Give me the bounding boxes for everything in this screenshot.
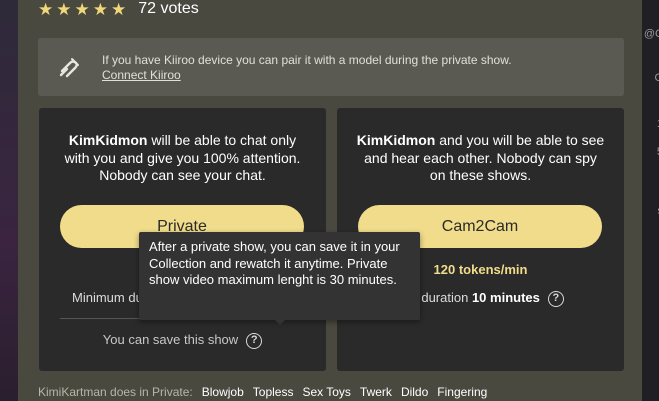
tag-link[interactable]: Fingering bbox=[437, 385, 487, 399]
tag-link[interactable]: Blowjob bbox=[202, 385, 244, 399]
background-chat-right: @C G 1 5 s bbox=[641, 0, 659, 401]
cam2cam-description: KimKidmon and you will be able to see an… bbox=[337, 132, 624, 185]
tag-link[interactable]: Sex Toys bbox=[302, 385, 350, 399]
votes-count: 72 votes bbox=[138, 0, 199, 17]
star-icon: ★ bbox=[56, 0, 72, 19]
rating: ★ ★ ★ ★ ★ 72 votes bbox=[38, 0, 199, 18]
min-value: 10 minutes bbox=[471, 290, 540, 305]
kiiroo-device-icon bbox=[59, 58, 79, 78]
tag-link[interactable]: Dildo bbox=[401, 385, 428, 399]
kiiroo-info: If you have Kiiroo device you can pair i… bbox=[102, 53, 512, 83]
model-name: KimKidmon bbox=[68, 132, 148, 148]
connect-kiiroo-link[interactable]: Connect Kiiroo bbox=[102, 68, 181, 82]
tag-link[interactable]: Twerk bbox=[360, 385, 392, 399]
tag-link[interactable]: Topless bbox=[253, 385, 294, 399]
background-stream-left bbox=[0, 0, 18, 401]
star-icon: ★ bbox=[38, 0, 54, 19]
help-icon[interactable]: ? bbox=[547, 290, 564, 307]
star-icon: ★ bbox=[74, 0, 90, 19]
private-description: KimKidmon will be able to chat only with… bbox=[39, 132, 326, 185]
kiiroo-banner: If you have Kiiroo device you can pair i… bbox=[38, 38, 624, 96]
star-icon: ★ bbox=[111, 0, 127, 19]
save-show-row: You can save this show? bbox=[39, 332, 326, 349]
private-show-modal: ★ ★ ★ ★ ★ 72 votes If you have Kiiroo de… bbox=[18, 0, 642, 401]
kiiroo-text: If you have Kiiroo device you can pair i… bbox=[102, 53, 512, 67]
side-glyph: G bbox=[654, 72, 659, 84]
private-tags: KimiKartman does in Private: Blowjob Top… bbox=[38, 385, 496, 399]
star-icon: ★ bbox=[92, 0, 108, 19]
side-glyph: @C bbox=[643, 28, 659, 40]
tags-label: KimiKartman does in Private: bbox=[38, 385, 193, 399]
model-name: KimKidmon bbox=[356, 132, 436, 148]
tooltip-arrow bbox=[273, 318, 287, 325]
help-icon[interactable]: ? bbox=[246, 332, 263, 349]
save-show-text: You can save this show bbox=[102, 332, 239, 347]
save-show-tooltip: After a private show, you can save it in… bbox=[139, 232, 420, 320]
